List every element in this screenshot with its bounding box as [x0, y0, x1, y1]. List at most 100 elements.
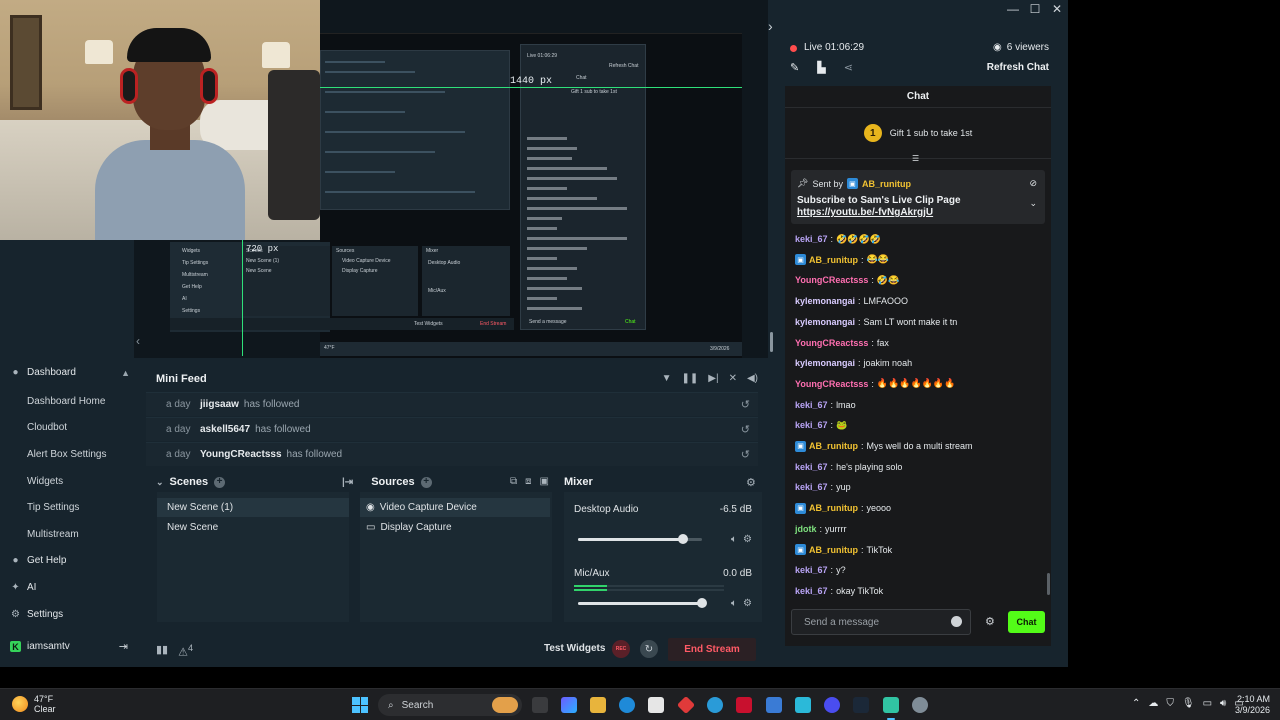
chat-username[interactable]: AB_runitup — [809, 255, 858, 265]
chat-username[interactable]: AB_runitup — [809, 545, 858, 555]
add-scene-icon[interactable]: + — [214, 476, 226, 488]
expand-handle-icon[interactable]: ☰ — [912, 154, 919, 163]
share-icon[interactable]: ⋖ — [844, 61, 853, 74]
replay-icon[interactable]: ↺ — [741, 398, 750, 411]
chat-input[interactable]: Send a message — [791, 609, 971, 635]
sidebar-item-tip-settings[interactable]: Tip Settings — [27, 502, 79, 513]
chat-username[interactable]: YoungCReactsss — [795, 379, 868, 389]
minimize-button[interactable]: — — [1002, 0, 1024, 18]
chat-username[interactable]: keki_67 — [795, 565, 828, 575]
volume-knob[interactable] — [697, 598, 707, 608]
app-indigo-icon[interactable] — [824, 697, 840, 713]
gear-icon[interactable]: ⚙ — [743, 598, 752, 609]
chat-scrollbar[interactable] — [1047, 573, 1050, 595]
record-button[interactable]: REC — [612, 640, 630, 658]
network-app-icon[interactable]: ☁ — [1148, 698, 1158, 709]
replay-icon[interactable]: ↺ — [741, 448, 750, 461]
chat-username[interactable]: kylemonangai — [795, 296, 855, 306]
alert-icon[interactable]: ⚠4 — [178, 643, 193, 659]
source-item[interactable]: ▭ Display Capture — [360, 518, 550, 537]
edge-icon[interactable] — [619, 697, 635, 713]
sidebar-item-get-help[interactable]: ● Get Help — [10, 555, 66, 566]
chat-username[interactable]: jdotk — [795, 524, 817, 534]
scene-item[interactable]: New Scene — [157, 518, 349, 537]
copy-icon[interactable]: ⧉ — [510, 476, 517, 487]
chat-username[interactable]: AB_runitup — [809, 441, 858, 451]
volume-icon[interactable]: 🔊︎ — [1220, 698, 1226, 709]
chat-username[interactable]: keki_67 — [795, 482, 828, 492]
weather-widget[interactable]: 47°F Clear — [12, 694, 56, 714]
chat-username[interactable]: keki_67 — [795, 400, 828, 410]
taskbar-clock[interactable]: 2:10 AM 3/9/2026 — [1235, 694, 1270, 716]
sidebar-item-ai[interactable]: ✦ AI — [10, 582, 36, 593]
mcafee-icon[interactable] — [736, 697, 752, 713]
chat-username[interactable]: YoungCReactsss — [795, 275, 868, 285]
taskbar-search[interactable]: ⌕ Search — [378, 694, 522, 716]
mic-icon[interactable]: 🎙︎ — [1182, 698, 1195, 709]
chat-username[interactable]: kylemonangai — [795, 317, 855, 327]
replay-icon[interactable]: ↺ — [741, 423, 750, 436]
volume-slider[interactable] — [578, 598, 707, 608]
sidebar-item-settings[interactable]: ⚙ Settings — [10, 609, 63, 620]
volume-knob[interactable] — [678, 534, 689, 544]
scene-item[interactable]: New Scene (1) — [157, 498, 349, 517]
copilot-icon[interactable] — [561, 697, 577, 713]
sidebar-group-dashboard[interactable]: ● Dashboard ▲ — [10, 367, 130, 378]
filter-icon[interactable]: ▼ — [662, 373, 672, 384]
gear-icon[interactable]: ⚙ — [746, 476, 756, 489]
chat-username[interactable]: AB_runitup — [809, 503, 858, 513]
send-chat-button[interactable]: Chat — [1008, 611, 1045, 633]
sidebar-item-widgets[interactable]: Widgets — [27, 476, 63, 487]
store-icon[interactable] — [648, 697, 664, 713]
emote-icon[interactable] — [951, 616, 962, 627]
chrome-icon[interactable] — [707, 697, 723, 713]
file-explorer-icon[interactable] — [590, 697, 606, 713]
chat-username[interactable]: keki_67 — [795, 420, 828, 430]
edit-icon[interactable]: ✎ — [790, 61, 799, 74]
chat-username[interactable]: keki_67 — [795, 234, 828, 244]
end-stream-button[interactable]: End Stream — [668, 638, 756, 661]
add-source-icon[interactable]: + — [420, 476, 432, 488]
chevron-right-icon[interactable]: › — [768, 18, 773, 34]
collapse-sources-icon[interactable]: |⇥ — [342, 477, 353, 488]
sidebar-user[interactable]: K iamsamtv ⇥ — [10, 640, 128, 653]
stack-icon[interactable]: ⧈ — [525, 476, 531, 487]
stats-icon[interactable]: ▮▮ — [156, 643, 168, 659]
steam-icon[interactable] — [853, 697, 869, 713]
volume-slider[interactable] — [578, 534, 702, 544]
chevron-left-icon[interactable]: ‹ — [136, 334, 140, 348]
gear-icon[interactable]: ⚙ — [743, 534, 752, 545]
close-button[interactable]: ✕ — [1046, 0, 1068, 18]
app-red-icon[interactable] — [676, 695, 696, 715]
source-item[interactable]: ◉ Video Capture Device — [360, 498, 550, 517]
chat-username[interactable]: kylemonangai — [795, 358, 855, 368]
streamlabs-icon[interactable] — [883, 697, 899, 713]
logout-icon[interactable]: ⇥ — [119, 640, 128, 653]
settings-app-icon[interactable] — [912, 697, 928, 713]
display-icon[interactable]: ▭ — [1203, 698, 1212, 709]
pause-icon[interactable]: ❚❚ — [682, 373, 699, 384]
volume-icon[interactable]: ◀) — [747, 373, 758, 384]
chevron-down-icon[interactable]: ⌄ — [156, 477, 164, 488]
test-widgets-button[interactable]: Test Widgets — [544, 643, 605, 654]
shield-icon[interactable]: ⛉ — [1166, 698, 1174, 709]
sidebar-item-cloudbot[interactable]: Cloudbot — [27, 422, 67, 433]
chevron-up-icon[interactable]: ⌃ — [1132, 698, 1140, 709]
image-icon[interactable]: ▣ — [540, 476, 549, 487]
mute-alerts-icon[interactable]: ✕ — [729, 373, 737, 384]
pinned-link[interactable]: https://youtu.be/-fvNgAkrgjU — [797, 207, 933, 218]
gear-icon[interactable]: ⚙ — [985, 615, 995, 628]
chevron-up-icon[interactable]: ▲ — [121, 368, 130, 378]
sidebar-item-multistream[interactable]: Multistream — [27, 529, 79, 540]
sidebar-item-dashboard-home[interactable]: Dashboard Home — [27, 396, 105, 407]
webcam-source[interactable] — [0, 0, 320, 240]
task-view-icon[interactable] — [532, 697, 548, 713]
replay-buffer-icon[interactable]: ↻ — [640, 640, 658, 658]
pinned-user[interactable]: AB_runitup — [862, 179, 911, 189]
speaker-icon[interactable]: 🔈︎ — [731, 534, 737, 545]
speaker-icon[interactable]: 🔈︎ — [731, 598, 737, 609]
windows-start-icon[interactable] — [352, 697, 368, 713]
vertical-resize-handle[interactable] — [770, 332, 773, 352]
refresh-chat-button[interactable]: Refresh Chat — [987, 62, 1049, 73]
sidebar-item-alert-box-settings[interactable]: Alert Box Settings — [27, 449, 106, 460]
